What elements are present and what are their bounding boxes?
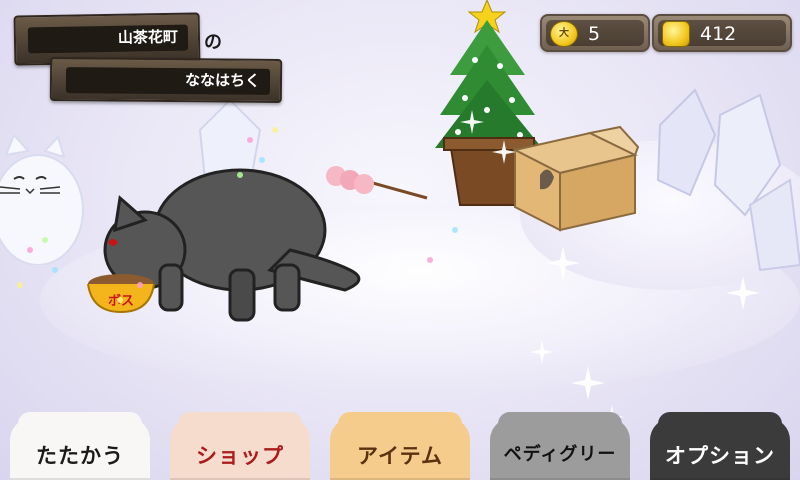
tab-shop[interactable]: ショップ: [170, 412, 310, 480]
town-name: 山茶花町: [27, 24, 189, 54]
coin-count: 412: [700, 23, 737, 45]
tab-fight-label: たたかう: [36, 444, 124, 468]
location-particle: の: [204, 32, 222, 53]
tab-pedigree-label: ペディグリー: [503, 444, 617, 465]
tab-option-label: オプション: [665, 444, 775, 468]
tab-item[interactable]: アイテム: [330, 412, 470, 480]
ticket-count: 5: [588, 23, 601, 45]
ticket-counter: 大 5: [540, 14, 650, 52]
location-district-sign: ななはちく: [49, 56, 283, 104]
coin-counter: 412: [652, 14, 792, 52]
tab-item-label: アイテム: [357, 444, 443, 468]
ticket-coin-icon: 大: [550, 21, 578, 47]
tab-fight[interactable]: たたかう: [10, 412, 150, 480]
tab-pedigree[interactable]: ペディグリー: [490, 412, 630, 480]
tab-shop-label: ショップ: [196, 444, 284, 468]
tab-option[interactable]: オプション: [650, 412, 790, 480]
gold-coins-icon: [662, 21, 690, 47]
district-name: ななはちく: [65, 67, 271, 95]
game-scene: ボス 山茶花町 の ななはちく 大 5: [0, 0, 800, 480]
